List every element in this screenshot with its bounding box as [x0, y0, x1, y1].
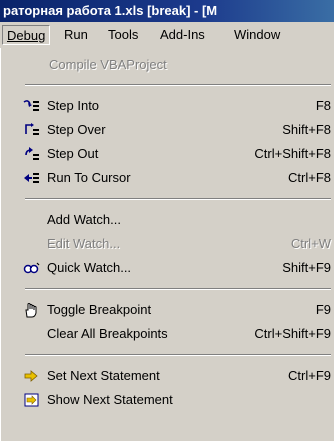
- menu-item-add-watch[interactable]: Add Watch...: [1, 209, 334, 231]
- menu-item-shortcut: Ctrl+F9: [288, 368, 331, 383]
- arrow-right-icon: [23, 368, 41, 384]
- menu-item-toggle-breakpoint[interactable]: Toggle Breakpoint F9: [1, 299, 334, 321]
- menu-tools-label: Tools: [108, 27, 139, 42]
- menu-separator: [25, 198, 331, 200]
- menu-item-set-next-statement[interactable]: Set Next Statement Ctrl+F9: [1, 365, 334, 387]
- menu-run[interactable]: Run: [60, 25, 92, 45]
- debug-dropdown-menu: Compile VBAProject Step Into F8 Step Ove…: [0, 48, 334, 441]
- menu-item-clear-all-breakpoints[interactable]: Clear All Breakpoints Ctrl+Shift+F9: [1, 323, 334, 345]
- menu-item-shortcut: Ctrl+W: [290, 236, 331, 251]
- menu-run-label: Run: [64, 27, 88, 42]
- menu-item-shortcut: Shift+F9: [282, 260, 331, 275]
- menu-item-label: Step Out: [47, 146, 99, 161]
- menu-item-label: Show Next Statement: [47, 392, 173, 407]
- menu-bar: Debug Run Tools Add-Ins Window: [0, 22, 334, 49]
- menu-window[interactable]: Window: [230, 25, 284, 45]
- menu-item-show-next-statement[interactable]: Show Next Statement: [1, 389, 334, 411]
- menu-item-label: Clear All Breakpoints: [47, 326, 168, 341]
- menu-item-step-into[interactable]: Step Into F8: [1, 95, 334, 117]
- menu-item-compile-vbaproject: Compile VBAProject: [1, 54, 334, 76]
- menu-tools[interactable]: Tools: [104, 25, 142, 45]
- step-into-icon: [23, 98, 41, 114]
- menu-item-shortcut: Shift+F8: [282, 122, 331, 137]
- menu-window-label: Window: [234, 27, 281, 42]
- menu-item-label: Compile VBAProject: [49, 57, 167, 72]
- step-over-icon: [23, 122, 41, 138]
- menu-item-quick-watch[interactable]: Quick Watch... Shift+F9: [1, 257, 334, 279]
- window-title: раторная работа 1.xls [break] - [M: [3, 3, 218, 18]
- menu-item-edit-watch: Edit Watch... Ctrl+W: [1, 233, 334, 255]
- menu-item-shortcut: Ctrl+F8: [288, 170, 331, 185]
- menu-item-step-out[interactable]: Step Out Ctrl+Shift+F8: [1, 143, 334, 165]
- menu-item-shortcut: Ctrl+Shift+F9: [254, 326, 331, 341]
- menu-item-label: Add Watch...: [47, 212, 121, 227]
- menu-debug-label: Debug: [7, 28, 46, 43]
- run-to-cursor-icon: [23, 170, 41, 186]
- menu-separator: [25, 354, 331, 356]
- step-out-icon: [23, 146, 41, 162]
- quick-watch-icon: [23, 260, 41, 276]
- menu-item-label: Toggle Breakpoint: [47, 302, 152, 317]
- menu-item-step-over[interactable]: Step Over Shift+F8: [1, 119, 334, 141]
- window-title-bar[interactable]: раторная работа 1.xls [break] - [M: [0, 0, 334, 22]
- menu-item-label: Run To Cursor: [47, 170, 131, 185]
- menu-item-label: Step Over: [47, 122, 106, 137]
- menu-item-label: Set Next Statement: [47, 368, 160, 383]
- menu-debug[interactable]: Debug: [2, 25, 51, 45]
- menu-item-label: Edit Watch...: [47, 236, 121, 251]
- menu-item-shortcut: F8: [315, 98, 331, 113]
- menu-item-label: Quick Watch...: [47, 260, 132, 275]
- menu-item-shortcut: F9: [315, 302, 331, 317]
- menu-item-shortcut: Ctrl+Shift+F8: [254, 146, 331, 161]
- menu-add-ins[interactable]: Add-Ins: [156, 25, 209, 45]
- menu-item-run-to-cursor[interactable]: Run To Cursor Ctrl+F8: [1, 167, 334, 189]
- show-next-statement-icon: [23, 392, 41, 408]
- hand-breakpoint-icon: [23, 302, 41, 318]
- menu-item-label: Step Into: [47, 98, 100, 113]
- menu-separator: [25, 84, 331, 86]
- menu-separator: [25, 288, 331, 290]
- menu-add-ins-label: Add-Ins: [160, 27, 205, 42]
